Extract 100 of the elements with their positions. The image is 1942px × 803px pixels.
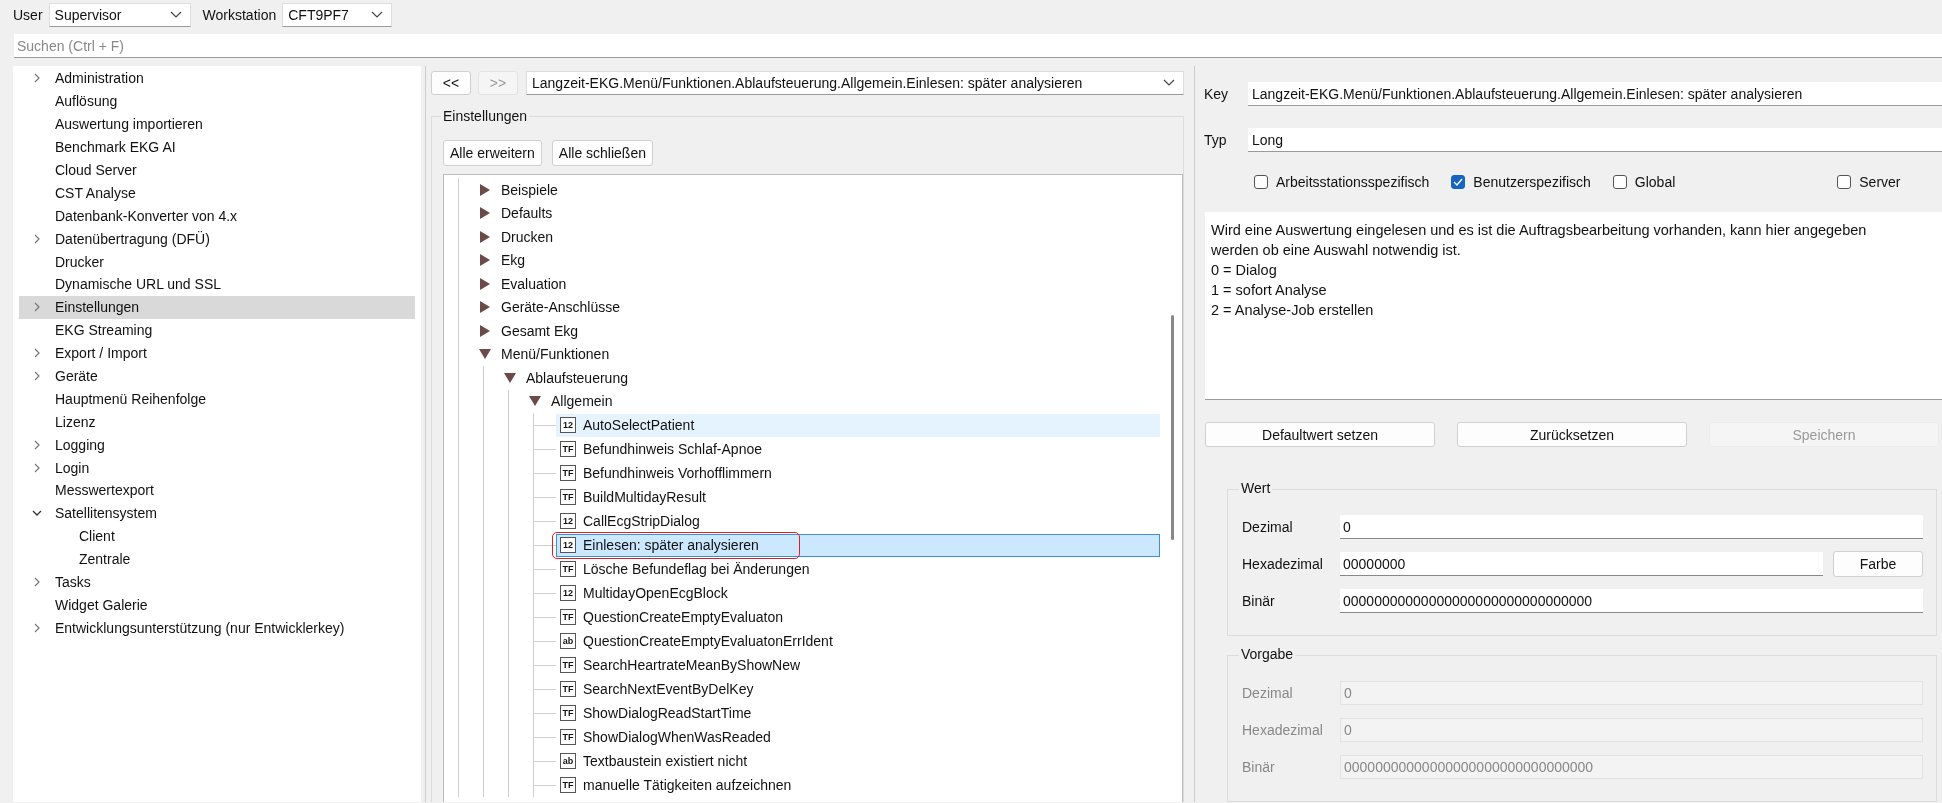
tree-node[interactable]: Beispiele <box>479 178 1182 202</box>
sidebar-item[interactable]: Logging <box>19 433 415 457</box>
action-button[interactable]: Defaultwert setzen <box>1205 422 1435 447</box>
tree-node[interactable]: Geräte-Anschlüsse <box>479 295 1182 319</box>
item-label: ShowDialogWhenWasReaded <box>583 729 771 745</box>
tree-item[interactable]: ab Textbaustein existiert nicht <box>556 749 1160 773</box>
tree-action-button[interactable]: Alle schließen <box>551 140 653 166</box>
value-field[interactable]: 00000000000000000000000000000000 <box>1340 589 1923 613</box>
value-field[interactable]: 0 <box>1340 515 1923 539</box>
chevron-down-icon <box>1163 79 1175 87</box>
tree-item[interactable]: 12 MultidayOpenEcgBlock <box>556 581 1160 605</box>
tree-action-button[interactable]: Alle erweitern <box>443 140 542 166</box>
tree-node[interactable]: Drucken <box>479 225 1182 249</box>
tree-item[interactable]: 12 AutoSelectPatient <box>556 413 1160 437</box>
value-field: 0 <box>1340 681 1923 705</box>
group-title: Wert <box>1239 480 1273 496</box>
chevron-right-icon <box>32 302 42 313</box>
tree-node[interactable]: Defaults <box>479 201 1182 225</box>
tree-node[interactable]: Allgemein <box>529 389 1182 413</box>
description-text: 1 = sofort Analyse <box>1211 280 1328 300</box>
sidebar-item[interactable]: EKG Streaming <box>19 318 415 342</box>
workstation-dropdown[interactable]: CFT9PF7 <box>282 3 393 27</box>
type-icon: TF <box>560 465 576 481</box>
tree-node[interactable]: Evaluation <box>479 272 1182 296</box>
tree-item[interactable]: ab QuestionCreateEmptyEvaluatonErrIdent <box>556 629 1160 653</box>
chevron-right-icon <box>32 462 42 473</box>
sidebar-item[interactable]: Dynamische URL und SSL <box>19 273 415 296</box>
user-dropdown[interactable]: Supervisor <box>48 3 191 27</box>
tree-item[interactable]: TF Befundhinweis Schlaf-Apnoe <box>556 437 1160 461</box>
sidebar-item[interactable]: Administration <box>19 67 415 90</box>
item-label: Lösche Befundeflag bei Änderungen <box>583 561 810 577</box>
sidebar-item[interactable]: Benchmark EKG AI <box>19 135 415 159</box>
tree-node[interactable]: Ekg <box>479 248 1182 272</box>
tree-node[interactable]: Ablaufsteuerung <box>504 366 1182 390</box>
checkbox[interactable] <box>1612 174 1627 189</box>
search-field[interactable]: Suchen (Ctrl + F) <box>14 34 1942 58</box>
sidebar-item[interactable]: Messwertexport <box>19 479 415 502</box>
tree-item[interactable]: TF ShowDialogReadStartTime <box>556 701 1160 725</box>
sidebar-item[interactable]: Drucker <box>19 250 415 273</box>
sidebar-item[interactable]: Auswertung importieren <box>19 112 415 136</box>
sidebar-item[interactable]: Datenübertragung (DFÜ) <box>19 227 415 251</box>
color-button[interactable]: Farbe <box>1833 551 1923 577</box>
item-label: SearchNextEventByDelKey <box>583 681 754 697</box>
key-field[interactable]: Langzeit-EKG.Menü/Funktionen.Ablaufsteuerung.Allgemein.Einlesen: später analysieren <box>1248 82 1942 106</box>
path-dropdown[interactable]: Langzeit-EKG.Menü/Funktionen.Ablaufsteuerung.Allgemein.Einlesen: später analysieren <box>526 71 1184 95</box>
sidebar-item[interactable]: Datenbank-Konverter von 4.x <box>19 204 415 228</box>
checkbox[interactable] <box>1837 174 1852 189</box>
item-label: BuildMultidayResult <box>583 489 706 505</box>
back-button[interactable]: << <box>431 71 471 95</box>
chevron-right-icon <box>32 73 42 84</box>
checkbox-label: Global <box>1634 173 1676 190</box>
type-icon: 12 <box>560 537 576 553</box>
tree-item[interactable]: TF QuestionCreateEmptyEvaluaton <box>556 605 1160 629</box>
tree-item[interactable]: TF BuildMultidayResult <box>556 485 1160 509</box>
sidebar-item[interactable]: Auflösung <box>19 89 415 113</box>
sidebar-item[interactable]: Export / Import <box>19 341 415 365</box>
type-field[interactable]: Long <box>1248 128 1942 152</box>
sidebar-item[interactable]: Einstellungen <box>19 295 415 319</box>
field-label: Workstation <box>202 7 277 23</box>
description-text: 0 = Dialog <box>1211 260 1278 280</box>
tree-item[interactable]: TF Befundhinweis Vorhofflimmern <box>556 461 1160 485</box>
sidebar-item[interactable]: Hauptmenü Reihenfolge <box>19 387 415 411</box>
sidebar-item[interactable]: Lizenz <box>19 410 415 434</box>
checkbox[interactable] <box>1254 174 1268 189</box>
sidebar-item[interactable]: Tasks <box>19 570 415 594</box>
tree-node[interactable]: Menü/Funktionen <box>479 342 1182 366</box>
sidebar-item[interactable]: Widget Galerie <box>19 593 415 617</box>
tree-item[interactable]: TF SearchNextEventByDelKey <box>556 677 1160 701</box>
item-label: Befundhinweis Schlaf-Apnoe <box>583 441 762 457</box>
type-icon: 12 <box>560 417 576 433</box>
triangle-right-icon <box>479 324 491 337</box>
sidebar-item[interactable]: Client <box>19 524 415 548</box>
tree-item[interactable]: TF SearchHeartrateMeanByShowNew <box>556 653 1160 677</box>
chevron-down-icon <box>371 11 384 19</box>
item-label: QuestionCreateEmptyEvaluatonErrIdent <box>583 633 833 649</box>
triangle-right-icon <box>479 183 491 196</box>
sidebar-item[interactable]: Login <box>19 456 415 480</box>
field-label: User <box>13 7 43 23</box>
triangle-down-icon <box>479 348 491 361</box>
checkbox[interactable] <box>1451 174 1466 189</box>
field-label: Dezimal <box>1242 685 1294 701</box>
tree-node[interactable]: Gesamt Ekg <box>479 319 1182 343</box>
group-title: Vorgabe <box>1239 646 1296 662</box>
tree-item[interactable]: 12 CallEcgStripDialog <box>556 509 1160 533</box>
scrollbar-thumb[interactable] <box>1171 315 1174 540</box>
triangle-right-icon <box>479 254 491 267</box>
triangle-down-icon <box>504 371 516 384</box>
sidebar-item[interactable]: Satellitensystem <box>19 501 415 525</box>
action-button[interactable]: Zurücksetzen <box>1457 422 1687 447</box>
sidebar-item[interactable]: Cloud Server <box>19 158 415 182</box>
tree-item[interactable]: TF ShowDialogWhenWasReaded <box>556 725 1160 749</box>
value-field[interactable]: 00000000 <box>1340 552 1823 576</box>
triangle-down-icon <box>529 395 541 408</box>
item-label: ShowDialogReadStartTime <box>583 705 752 721</box>
sidebar-item[interactable]: Zentrale <box>19 547 415 571</box>
sidebar-item[interactable]: Entwicklungsunterstützung (nur Entwicklerkey) <box>19 616 415 640</box>
tree-item[interactable]: TF Lösche Befundeflag bei Änderungen <box>556 557 1160 581</box>
sidebar-item[interactable]: CST Analyse <box>19 181 415 205</box>
tree-item[interactable]: TF manuelle Tätigkeiten aufzeichnen <box>556 773 1160 797</box>
sidebar-item[interactable]: Geräte <box>19 364 415 388</box>
